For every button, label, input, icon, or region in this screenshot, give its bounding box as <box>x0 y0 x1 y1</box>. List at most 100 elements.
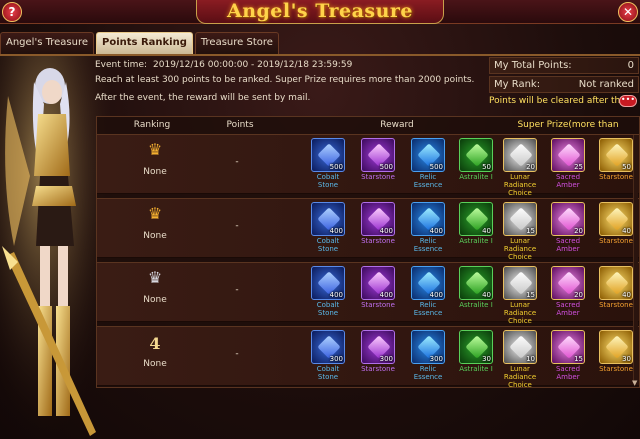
event-time-value: 2019/12/16 00:00:00 - 2019/12/18 23:59:5… <box>153 60 353 70</box>
reward-item[interactable]: 10 Lunar Radiance Choice <box>501 330 539 389</box>
header-ranking: Ranking <box>133 120 171 130</box>
reward-item[interactable]: 300 Cobalt Stone <box>309 330 347 386</box>
item-slot: 15 <box>503 266 537 300</box>
item-name: Relic Essence <box>413 301 443 317</box>
item-count: 40 <box>482 291 491 299</box>
item-count: 40 <box>622 227 631 235</box>
table-row: ♛ None - 500 Cobalt Stone 500 Starstone 500 Reli… <box>97 134 639 197</box>
reward-item[interactable]: 400 Cobalt Stone <box>309 202 347 258</box>
points-cell: - <box>235 221 239 231</box>
player-name: None <box>143 167 167 177</box>
item-count: 40 <box>482 227 491 235</box>
item-count: 50 <box>622 163 631 171</box>
gold-crown-icon: ♛ <box>147 204 163 223</box>
rank-number: 4 <box>149 334 161 353</box>
table-row: 4 None - 300 Cobalt Stone 300 Starstone 300 Reli… <box>97 326 639 389</box>
item-name: Relic Essence <box>413 173 443 189</box>
reward-item[interactable]: 20 Sacred Amber <box>549 202 587 258</box>
item-slot: 20 <box>551 202 585 236</box>
reward-item[interactable]: 15 Sacred Amber <box>549 330 587 386</box>
reward-item[interactable]: 25 Sacred Amber <box>549 138 587 194</box>
item-count: 400 <box>429 291 443 299</box>
reward-items: 400 Cobalt Stone 400 Starstone 400 Relic Esse… <box>307 202 637 261</box>
item-name: Starstone <box>361 173 395 181</box>
item-name: Sacred Amber <box>555 237 581 253</box>
scrollbar[interactable] <box>633 135 638 383</box>
reward-item[interactable]: 300 Starstone <box>359 330 397 386</box>
item-count: 30 <box>482 355 491 363</box>
help-button[interactable]: ? <box>2 2 22 22</box>
reward-item[interactable]: 15 Lunar Radiance Choice <box>501 202 539 261</box>
header-reward: Reward <box>380 120 414 130</box>
item-name: Cobalt Stone <box>316 173 340 189</box>
reward-item[interactable]: 500 Starstone <box>359 138 397 194</box>
close-button[interactable]: ✕ <box>618 2 638 22</box>
table-row: ♛ None - 400 Cobalt Stone 400 Starstone 400 Reli… <box>97 262 639 325</box>
item-name: Starstone <box>361 301 395 309</box>
my-rank-label: My Rank: <box>494 79 541 90</box>
item-count: 400 <box>329 227 343 235</box>
item-slot: 10 <box>503 330 537 364</box>
item-slot: 300 <box>411 330 445 364</box>
item-slot: 20 <box>503 138 537 172</box>
reward-item[interactable]: 400 Cobalt Stone <box>309 266 347 322</box>
event-window: Angel's Treasure ? ✕ Angel's Treasure Po… <box>0 0 640 439</box>
reward-item[interactable]: 500 Cobalt Stone <box>309 138 347 194</box>
scroll-down-icon[interactable]: ▼ <box>632 379 639 387</box>
event-time-row: Event time: 2019/12/16 00:00:00 - 2019/12… <box>95 59 485 71</box>
reward-item[interactable]: 50 Starstone <box>597 138 635 194</box>
item-count: 20 <box>526 163 535 171</box>
reward-item[interactable]: 400 Starstone <box>359 266 397 322</box>
item-count: 400 <box>379 291 393 299</box>
reward-item[interactable]: 500 Relic Essence <box>409 138 447 194</box>
item-slot: 50 <box>459 138 493 172</box>
item-name: Starstone <box>599 301 633 309</box>
item-name: Lunar Radiance Choice <box>503 301 537 325</box>
player-name: None <box>143 231 167 241</box>
title-bar: Angel's Treasure ? ✕ <box>0 0 640 24</box>
reward-item[interactable]: 400 Relic Essence <box>409 266 447 322</box>
item-name: Astralite I <box>459 237 493 245</box>
item-slot: 50 <box>599 138 633 172</box>
reward-item[interactable]: 400 Relic Essence <box>409 202 447 258</box>
reward-item[interactable]: 40 Astralite I <box>457 202 495 258</box>
tab-angels-treasure[interactable]: Angel's Treasure <box>0 32 94 54</box>
item-name: Starstone <box>361 365 395 373</box>
tab-points-ranking[interactable]: Points Ranking <box>96 32 193 54</box>
item-slot: 500 <box>361 138 395 172</box>
reward-item[interactable]: 20 Lunar Radiance Choice <box>501 138 539 197</box>
item-name: Cobalt Stone <box>316 237 340 253</box>
item-name: Lunar Radiance Choice <box>503 173 537 197</box>
item-name: Lunar Radiance Choice <box>503 365 537 389</box>
item-slot: 30 <box>459 330 493 364</box>
reward-item[interactable]: 40 Starstone <box>597 202 635 258</box>
item-slot: 400 <box>361 202 395 236</box>
total-points-value: 0 <box>627 60 634 71</box>
item-slot: 400 <box>311 266 345 300</box>
my-rank-row: My Rank: Not ranked <box>489 76 639 93</box>
item-count: 400 <box>379 227 393 235</box>
item-name: Relic Essence <box>413 237 443 253</box>
more-button[interactable]: ••• <box>619 95 637 107</box>
item-slot: 300 <box>311 330 345 364</box>
reward-item[interactable]: 400 Starstone <box>359 202 397 258</box>
tab-treasure-store[interactable]: Treasure Store <box>194 32 279 54</box>
item-count: 15 <box>526 227 535 235</box>
reward-item[interactable]: 20 Sacred Amber <box>549 266 587 322</box>
item-name: Sacred Amber <box>555 365 581 381</box>
reward-item[interactable]: 40 Starstone <box>597 266 635 322</box>
player-name: None <box>143 295 167 305</box>
reward-item[interactable]: 30 Starstone <box>597 330 635 386</box>
item-name: Astralite I <box>459 365 493 373</box>
reward-item[interactable]: 50 Astralite I <box>457 138 495 194</box>
reward-item[interactable]: 15 Lunar Radiance Choice <box>501 266 539 325</box>
item-name: Cobalt Stone <box>316 301 340 317</box>
reward-item[interactable]: 300 Relic Essence <box>409 330 447 386</box>
points-clear-text: Points will be cleared after the <box>489 96 626 106</box>
silver-crown-icon: ♛ <box>147 268 163 287</box>
item-name: Starstone <box>361 237 395 245</box>
reward-item[interactable]: 40 Astralite I <box>457 266 495 322</box>
item-name: Sacred Amber <box>555 301 581 317</box>
item-slot: 30 <box>599 330 633 364</box>
reward-item[interactable]: 30 Astralite I <box>457 330 495 386</box>
